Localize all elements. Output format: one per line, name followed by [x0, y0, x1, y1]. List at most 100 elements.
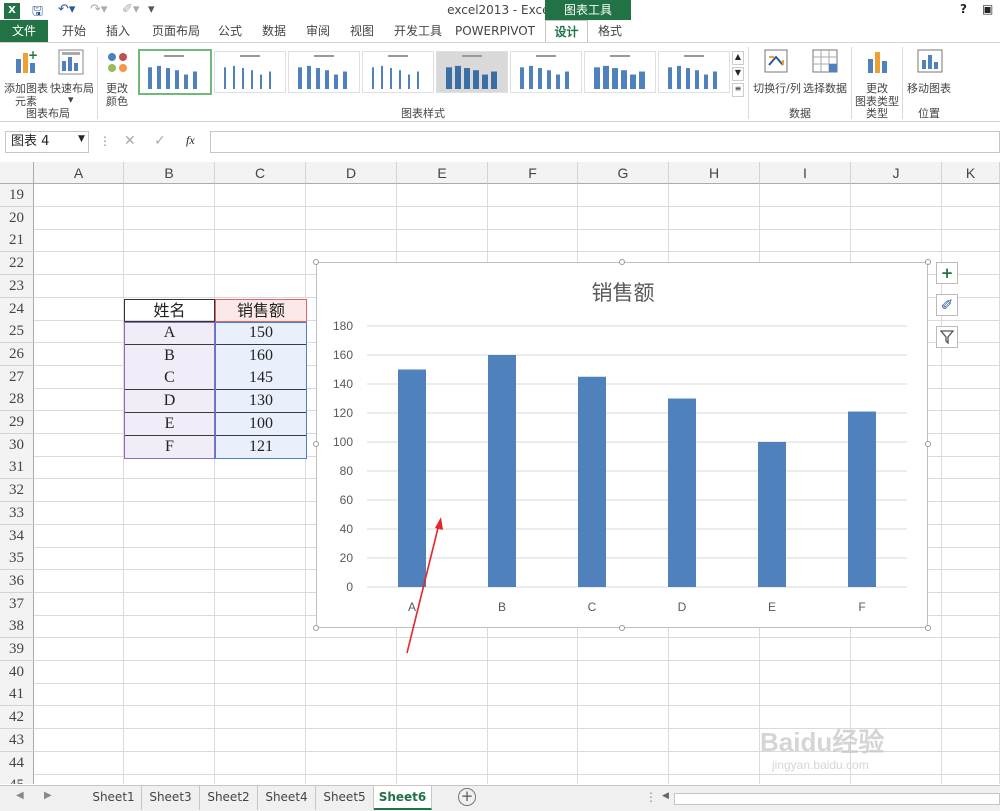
row-header[interactable]: 34	[0, 524, 34, 548]
gallery-scroll-down-icon[interactable]: ▼	[732, 67, 744, 81]
resize-handle[interactable]	[925, 441, 931, 447]
tab-data[interactable]: 数据	[254, 20, 294, 42]
gallery-scroll-up-icon[interactable]: ▲	[732, 51, 744, 65]
change-chart-type-button[interactable]: 更改 图表类型	[854, 47, 900, 108]
resize-handle[interactable]	[925, 625, 931, 631]
cancel-icon[interactable]: ✕	[124, 133, 136, 149]
tab-home[interactable]: 开始	[54, 20, 94, 42]
name-box[interactable]: 图表 4	[5, 131, 89, 153]
column-header[interactable]: B	[124, 162, 215, 184]
scroll-sheets-right-icon[interactable]: ▶	[44, 790, 52, 801]
select-all-corner[interactable]	[0, 162, 34, 184]
column-header[interactable]: E	[397, 162, 488, 184]
row-header[interactable]: 25	[0, 320, 34, 344]
thumb-bar	[399, 70, 401, 89]
column-header[interactable]: H	[669, 162, 760, 184]
horizontal-scrollbar[interactable]	[674, 793, 1000, 805]
sheet-tab-sheet2[interactable]: Sheet2	[200, 786, 258, 810]
bar-E[interactable]	[758, 442, 786, 587]
resize-handle[interactable]	[313, 441, 319, 447]
sheet-tab-sheet6[interactable]: Sheet6	[374, 786, 432, 810]
row-header[interactable]: 41	[0, 683, 34, 707]
bar-A[interactable]	[398, 369, 426, 588]
row-header[interactable]: 20	[0, 206, 34, 230]
row-header[interactable]: 38	[0, 615, 34, 639]
sheet-tab-sheet1[interactable]: Sheet1	[86, 786, 142, 810]
sheet-tab-sheet3[interactable]: Sheet3	[142, 786, 200, 810]
resize-handle[interactable]	[313, 625, 319, 631]
column-header[interactable]: G	[578, 162, 669, 184]
bar-F[interactable]	[848, 411, 876, 587]
gallery-more-icon[interactable]: ≡	[732, 83, 744, 97]
chart-styles-brush-icon[interactable]: ✐	[936, 294, 958, 316]
row-header[interactable]: 29	[0, 411, 34, 434]
row-header[interactable]: 43	[0, 728, 34, 752]
row-header[interactable]: 40	[0, 660, 34, 684]
row-header[interactable]: 35	[0, 547, 34, 571]
move-chart-button[interactable]: 移动图表	[905, 47, 953, 95]
name-box-dropdown-icon[interactable]: ▼	[78, 134, 85, 144]
row-header[interactable]: 26	[0, 342, 34, 366]
scroll-sheets-left-icon[interactable]: ◀	[16, 790, 24, 801]
tab-page-layout[interactable]: 页面布局	[146, 20, 206, 42]
column-header[interactable]: K	[942, 162, 1000, 184]
tab-developer[interactable]: 开发工具	[388, 20, 448, 42]
tab-formulas[interactable]: 公式	[210, 20, 250, 42]
row-header[interactable]: 27	[0, 365, 34, 389]
new-sheet-icon[interactable]: +	[458, 788, 476, 806]
resize-handle[interactable]	[619, 259, 625, 265]
resize-handle[interactable]	[925, 259, 931, 265]
row-header[interactable]: 44	[0, 751, 34, 775]
chart-elements-plus-icon[interactable]: +	[936, 262, 958, 284]
insert-function-icon[interactable]: fx	[186, 133, 195, 148]
row-header[interactable]: 19	[0, 184, 34, 207]
tab-view[interactable]: 视图	[342, 20, 382, 42]
tab-format[interactable]: 格式	[590, 20, 630, 42]
row-header[interactable]: 21	[0, 229, 34, 253]
row-header[interactable]: 32	[0, 479, 34, 503]
column-header[interactable]: F	[488, 162, 578, 184]
column-header[interactable]: J	[851, 162, 942, 184]
bar-C[interactable]	[578, 376, 606, 587]
tab-file[interactable]: 文件	[0, 20, 48, 42]
resize-handle[interactable]	[619, 625, 625, 631]
tab-design[interactable]: 设计	[545, 20, 588, 42]
column-header[interactable]: A	[34, 162, 124, 184]
row-header[interactable]: 30	[0, 433, 34, 457]
thumb-bar	[482, 74, 488, 89]
row-header[interactable]: 39	[0, 638, 34, 661]
row-header[interactable]: 28	[0, 388, 34, 412]
row-header[interactable]: 42	[0, 706, 34, 730]
select-data-button[interactable]: 选择数据	[802, 47, 848, 95]
row-header[interactable]: 22	[0, 252, 34, 276]
table-header-sales[interactable]: 销售额	[215, 299, 307, 322]
chart-filters-funnel-icon[interactable]	[936, 326, 958, 348]
row-header[interactable]: 31	[0, 456, 34, 480]
tab-powerpivot[interactable]: POWERPIVOT	[452, 20, 538, 42]
row-header[interactable]: 37	[0, 592, 34, 616]
tab-review[interactable]: 审阅	[298, 20, 338, 42]
table-header-name[interactable]: 姓名	[124, 299, 215, 322]
row-header[interactable]: 36	[0, 569, 34, 593]
row-header[interactable]: 24	[0, 297, 34, 321]
formula-input[interactable]	[210, 131, 1000, 153]
resize-handle[interactable]	[313, 259, 319, 265]
column-header[interactable]: I	[760, 162, 851, 184]
bar-D[interactable]	[668, 398, 696, 588]
help-button[interactable]: ?	[960, 2, 967, 16]
row-header[interactable]: 33	[0, 501, 34, 525]
sheet-tab-sheet4[interactable]: Sheet4	[258, 786, 316, 810]
scroll-left-icon[interactable]: ◀	[662, 791, 669, 801]
chart-plot[interactable]: 0 20 40 60 80 100 120 140 160 180 A B C D E F	[317, 263, 929, 629]
column-header[interactable]: C	[215, 162, 306, 184]
ribbon-display-icon[interactable]: ▣	[982, 2, 993, 16]
switch-row-column-button[interactable]: 切换行/列	[752, 47, 802, 95]
chart-area[interactable]: 销售额 0 20 40 60 80 100 120 140 160 180 A B C D E F	[316, 262, 928, 628]
tab-insert[interactable]: 插入	[98, 20, 138, 42]
bar-B[interactable]	[488, 355, 516, 587]
column-header[interactable]: D	[306, 162, 397, 184]
sheet-tab-sheet5[interactable]: Sheet5	[316, 786, 374, 810]
enter-icon[interactable]: ✓	[154, 133, 166, 149]
row-header[interactable]: 45	[0, 774, 34, 784]
row-header[interactable]: 23	[0, 274, 34, 298]
